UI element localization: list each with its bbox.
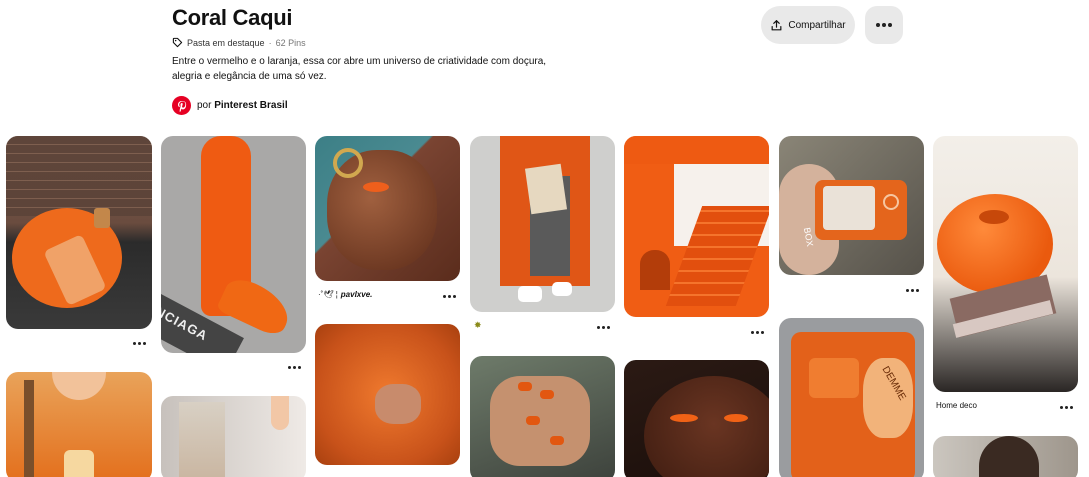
board-meta: Pasta em destaque · 62 Pins (172, 37, 732, 48)
pin-orange-coat-street[interactable] (470, 136, 615, 312)
pin-orange-staircase[interactable] (624, 136, 769, 317)
owner-name[interactable]: Pinterest Brasil (214, 100, 287, 111)
pin-orange-suitcase[interactable]: DEMME (779, 318, 924, 477)
pin-glossy-face[interactable] (624, 360, 769, 477)
star-emoji: ✸ (474, 320, 482, 330)
pin-orange-table[interactable] (6, 136, 152, 329)
ellipsis-icon (876, 23, 892, 27)
pin-more-icon[interactable] (906, 289, 920, 295)
featured-label: Pasta em destaque (187, 37, 265, 48)
tag-icon (172, 37, 183, 48)
pin-orange-boot[interactable]: NCIAGA (161, 136, 306, 353)
pin-orange-sweater[interactable] (6, 372, 152, 477)
board-owner[interactable]: por Pinterest Brasil (172, 96, 732, 115)
more-options-button[interactable] (865, 6, 903, 44)
pin-more-icon[interactable] (1060, 406, 1074, 412)
pin-more-icon[interactable] (443, 295, 457, 301)
pin-orange-nails[interactable] (470, 356, 615, 477)
owner-prefix: por (197, 100, 212, 111)
pinterest-logo-icon[interactable] (172, 96, 191, 115)
pin-count: 62 Pins (275, 37, 306, 48)
board-header: Coral Caqui Pasta em destaque · 62 Pins … (172, 4, 732, 115)
meta-separator: · (268, 37, 272, 48)
pin-woman-street[interactable] (933, 436, 1078, 477)
pin-more-icon[interactable] (288, 366, 302, 372)
pin-caption-text: pavlxve. (340, 290, 373, 299)
share-button[interactable]: Compartilhar (761, 6, 855, 44)
board-title: Coral Caqui (172, 5, 293, 30)
pin-more-icon[interactable] (597, 326, 611, 332)
pin-vase-shelf[interactable] (161, 396, 306, 477)
pin-face-orange-lids[interactable] (315, 136, 460, 281)
pin-caption: ·˚🕊 ¦ pavlxve. (318, 290, 372, 299)
pin-caption-emoji: ·˚🕊 ¦ (318, 290, 338, 299)
share-upload-icon (771, 19, 782, 30)
owner-line: por Pinterest Brasil (197, 100, 288, 111)
board-description: Entre o vermelho e o laranja, essa cor a… (172, 56, 547, 82)
pin-orange-camera[interactable]: BOX (779, 136, 924, 275)
share-label: Compartilhar (788, 19, 846, 31)
pin-fluffy-orange-coat[interactable] (315, 324, 460, 465)
pin-orange-lamp[interactable] (933, 136, 1078, 392)
pin-caption: Home deco (936, 401, 977, 410)
pin-more-icon[interactable] (751, 331, 765, 337)
pin-more-icon[interactable] (133, 342, 147, 348)
